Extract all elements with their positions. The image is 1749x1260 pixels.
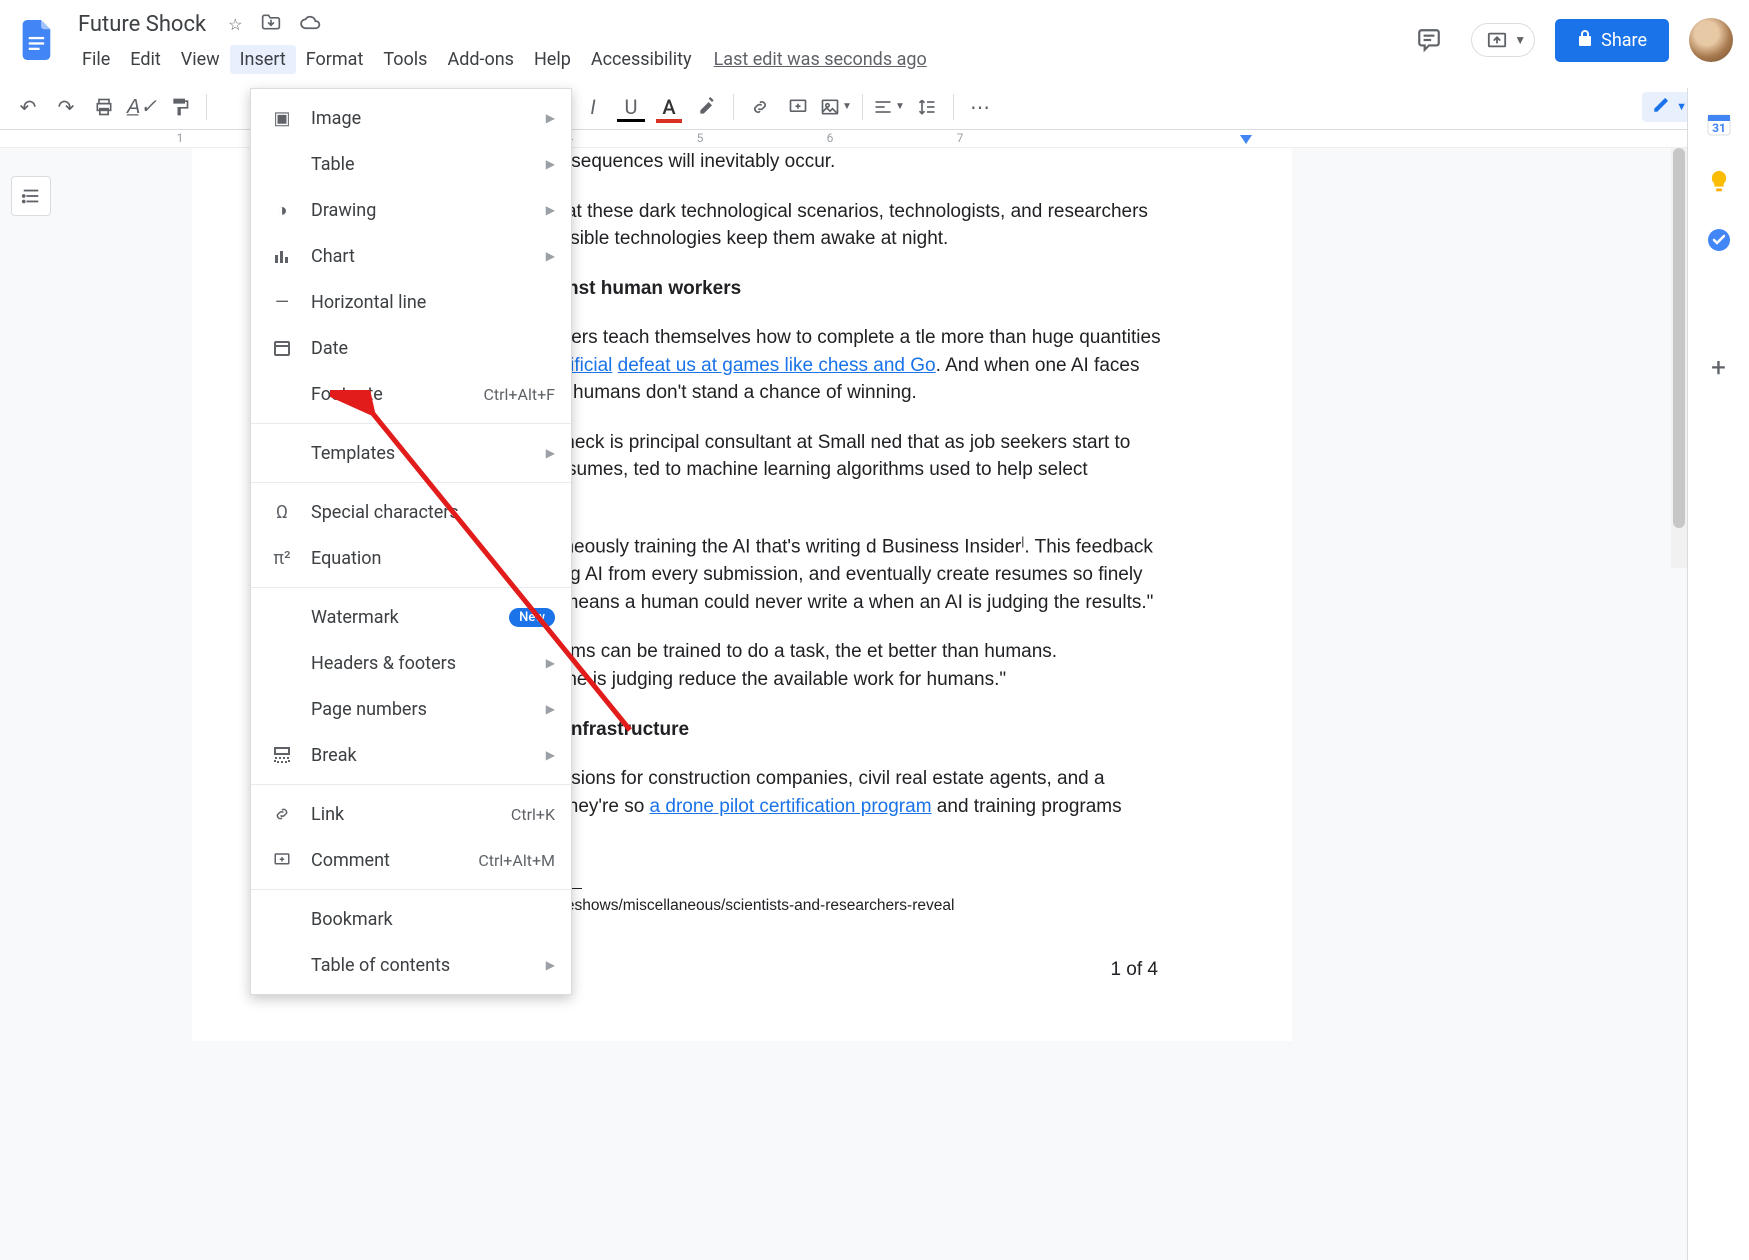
submenu-arrow-icon: ▶ (546, 656, 555, 670)
ruler-tick: 7 (957, 131, 964, 145)
vertical-scrollbar[interactable] (1671, 148, 1687, 568)
indent-marker[interactable] (1240, 135, 1252, 144)
shortcut-label: Ctrl+Alt+F (483, 385, 555, 404)
italic-button[interactable]: I (575, 89, 611, 125)
account-avatar[interactable] (1689, 18, 1733, 62)
ruler-tick: 1 (177, 131, 184, 145)
insert-toc[interactable]: Table of contents▶ (251, 942, 571, 988)
doc-title[interactable]: Future Shock (72, 10, 212, 39)
spellcheck-button[interactable]: A̲✓ (124, 89, 160, 125)
more-tools-button[interactable]: ⋯ (962, 89, 998, 125)
image-icon: ▣ (267, 108, 297, 129)
new-badge: New (509, 608, 555, 627)
undo-button[interactable]: ↶ (10, 89, 46, 125)
menu-addons[interactable]: Add-ons (437, 45, 524, 74)
insert-menu-dropdown: ▣Image▶ Table▶ ◑Drawing▶ Chart▶ —Horizon… (250, 88, 572, 995)
link-icon (267, 805, 297, 823)
chart-icon (267, 247, 297, 265)
chevron-down-icon: ▼ (1514, 33, 1526, 47)
menu-insert[interactable]: Insert (230, 45, 296, 74)
svg-text:31: 31 (1712, 121, 1726, 135)
insert-break[interactable]: Break▶ (251, 732, 571, 778)
omega-icon: Ω (267, 502, 297, 523)
menu-tools[interactable]: Tools (373, 45, 437, 74)
submenu-arrow-icon: ▶ (546, 203, 555, 217)
last-edit-link[interactable]: Last edit was seconds ago (714, 49, 927, 70)
insert-page-numbers[interactable]: Page numbers▶ (251, 686, 571, 732)
redo-button[interactable]: ↷ (48, 89, 84, 125)
align-button[interactable]: ▼ (871, 89, 907, 125)
chevron-down-icon: ▼ (1676, 100, 1687, 113)
insert-drawing[interactable]: ◑Drawing▶ (251, 187, 571, 233)
submenu-arrow-icon: ▶ (546, 157, 555, 171)
menu-view[interactable]: View (171, 45, 230, 74)
insert-comment[interactable]: CommentCtrl+Alt+M (251, 837, 571, 883)
submenu-arrow-icon: ▶ (546, 446, 555, 460)
paint-format-button[interactable] (162, 89, 198, 125)
insert-footnote[interactable]: FootnoteCtrl+Alt+F (251, 371, 571, 417)
link[interactable]: defeat us at games like chess and Go (618, 355, 936, 376)
tasks-icon[interactable] (1705, 226, 1733, 254)
titlebar: Future Shock ☆ File Edit View Insert For… (0, 0, 1749, 84)
insert-special-chars[interactable]: ΩSpecial characters (251, 489, 571, 535)
comment-icon (267, 851, 297, 869)
break-icon (267, 746, 297, 764)
menubar: File Edit View Insert Format Tools Add-o… (72, 42, 927, 76)
star-icon[interactable]: ☆ (228, 15, 242, 34)
side-panel: 31 + (1687, 88, 1749, 1260)
insert-chart[interactable]: Chart▶ (251, 233, 571, 279)
menu-accessibility[interactable]: Accessibility (581, 45, 702, 74)
submenu-arrow-icon: ▶ (546, 111, 555, 125)
line-spacing-button[interactable] (909, 89, 945, 125)
print-button[interactable] (86, 89, 122, 125)
text-color-button[interactable]: A (651, 89, 687, 125)
add-addon-icon[interactable]: + (1705, 354, 1733, 382)
date-icon (267, 339, 297, 357)
highlight-button[interactable] (689, 89, 725, 125)
pi-icon: π² (267, 548, 297, 569)
move-icon[interactable] (261, 13, 281, 35)
pencil-icon (1652, 96, 1670, 118)
menu-file[interactable]: File (72, 45, 120, 74)
menu-format[interactable]: Format (296, 45, 374, 74)
submenu-arrow-icon: ▶ (546, 249, 555, 263)
drawing-icon: ◑ (267, 200, 297, 221)
docs-logo[interactable] (12, 14, 64, 66)
insert-equation[interactable]: π²Equation (251, 535, 571, 581)
lock-icon (1577, 29, 1593, 52)
submenu-arrow-icon: ▶ (546, 702, 555, 716)
insert-image-button[interactable]: ▼ (818, 89, 854, 125)
insert-horizontal-line[interactable]: —Horizontal line (251, 279, 571, 325)
outline-toggle-button[interactable] (11, 176, 51, 216)
shortcut-label: Ctrl+K (511, 805, 555, 824)
insert-date[interactable]: Date (251, 325, 571, 371)
add-comment-button[interactable] (780, 89, 816, 125)
insert-image[interactable]: ▣Image▶ (251, 95, 571, 141)
calendar-icon[interactable]: 31 (1705, 110, 1733, 138)
menu-help[interactable]: Help (524, 45, 581, 74)
insert-templates[interactable]: Templates▶ (251, 430, 571, 476)
share-label: Share (1601, 30, 1647, 51)
insert-link[interactable]: LinkCtrl+K (251, 791, 571, 837)
insert-link-button[interactable] (742, 89, 778, 125)
shortcut-label: Ctrl+Alt+M (478, 851, 555, 870)
keep-icon[interactable] (1705, 168, 1733, 196)
menu-edit[interactable]: Edit (120, 45, 170, 74)
link[interactable]: a drone pilot certification program (650, 796, 932, 817)
submenu-arrow-icon: ▶ (546, 958, 555, 972)
hline-icon: — (267, 292, 297, 313)
insert-headers-footers[interactable]: Headers & footers▶ (251, 640, 571, 686)
insert-bookmark[interactable]: Bookmark (251, 896, 571, 942)
ruler-tick: 6 (827, 131, 834, 145)
insert-watermark[interactable]: WatermarkNew (251, 594, 571, 640)
present-button[interactable]: ▼ (1471, 23, 1535, 57)
share-button[interactable]: Share (1555, 19, 1669, 62)
ruler-tick: 5 (697, 131, 704, 145)
submenu-arrow-icon: ▶ (546, 748, 555, 762)
underline-button[interactable]: U (613, 89, 649, 125)
cloud-status-icon[interactable] (299, 14, 321, 34)
comment-history-icon[interactable] (1407, 18, 1451, 62)
insert-table[interactable]: Table▶ (251, 141, 571, 187)
